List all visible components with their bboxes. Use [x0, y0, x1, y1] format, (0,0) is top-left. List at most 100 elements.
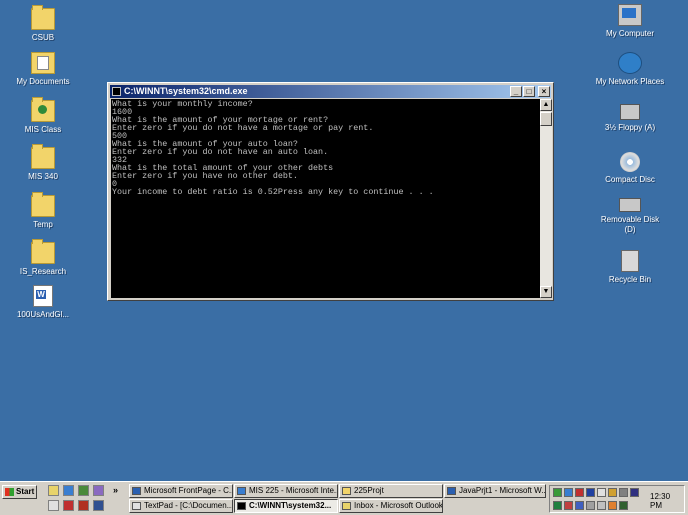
- task-label: Microsoft FrontPage - C...: [144, 486, 233, 495]
- recycle-bin-icon: [621, 250, 639, 272]
- tray-icon[interactable]: [553, 488, 562, 497]
- start-button[interactable]: Start: [2, 485, 37, 499]
- desktop-icon-compact-disc[interactable]: Compact Disc: [595, 152, 665, 185]
- desktop-icon-mis-class[interactable]: MIS Class: [8, 97, 78, 135]
- desktop-icon-mis-340[interactable]: MIS 340: [8, 144, 78, 182]
- frontpage-icon: [132, 487, 141, 495]
- acrobat-icon[interactable]: [63, 500, 74, 511]
- task-ie-mis225[interactable]: MIS 225 - Microsoft Inte...: [234, 484, 338, 498]
- tray-icon[interactable]: [586, 488, 595, 497]
- system-tray: 12:30 PM: [549, 485, 685, 513]
- desktop-icon-label: IS_Research: [19, 267, 67, 276]
- desktop-icon-my-network-places[interactable]: My Network Places: [595, 52, 665, 87]
- console-line: Your income to debt ratio is 0.52Press a…: [112, 187, 434, 197]
- cmd-icon: [237, 502, 246, 510]
- task-frontpage[interactable]: Microsoft FrontPage - C...: [129, 484, 233, 498]
- scroll-down-icon[interactable]: ▼: [540, 286, 552, 298]
- console-line: Enter zero if you do not have a mortage …: [112, 123, 374, 133]
- network-icon: [618, 52, 642, 74]
- desktop-icon-label: Recycle Bin: [608, 275, 652, 284]
- show-desktop-icon[interactable]: [48, 485, 59, 496]
- task-label: TextPad - [C:\Documen...: [144, 501, 233, 510]
- folder-icon: [31, 192, 55, 217]
- scroll-up-icon[interactable]: ▲: [540, 99, 552, 111]
- task-label: JavaPrjt1 - Microsoft W...: [459, 486, 546, 495]
- minimize-button[interactable]: _: [510, 86, 522, 97]
- desktop-icon-removable-disk[interactable]: Removable Disk (D): [595, 198, 665, 235]
- desktop-icon-my-documents[interactable]: My Documents: [8, 52, 78, 87]
- console-output[interactable]: What is your monthly income? 1600 What is …: [111, 99, 540, 298]
- task-label: 225Projt: [354, 486, 384, 495]
- task-label: MIS 225 - Microsoft Inte...: [249, 486, 338, 495]
- desktop-icon-label: MIS Class: [24, 125, 62, 134]
- window-titlebar[interactable]: C:\WINNT\system32\cmd.exe _ □ ×: [110, 85, 551, 98]
- desktop-icon-label: MIS 340: [28, 172, 58, 181]
- task-label: C:\WINNT\system32...: [249, 501, 332, 510]
- quicklaunch-more-icon[interactable]: »: [113, 485, 118, 495]
- tray-icon[interactable]: [619, 488, 628, 497]
- desktop-icon-label: My Network Places: [595, 77, 665, 86]
- desktop-icon-label: My Computer: [605, 29, 654, 38]
- quicklaunch-icon[interactable]: [93, 485, 104, 496]
- desktop-icon-csub[interactable]: CSUB: [8, 5, 78, 43]
- tray-icon[interactable]: [630, 488, 639, 497]
- tray-icon[interactable]: [575, 501, 584, 510]
- tray-icon[interactable]: [553, 501, 562, 510]
- tray-icon[interactable]: [564, 488, 573, 497]
- console-line: Enter zero if you have no other debt.: [112, 171, 298, 181]
- desktop-icon-label: Removable Disk (D): [600, 215, 660, 234]
- word-document-icon: W: [33, 285, 53, 307]
- desktop-icon-temp[interactable]: Temp: [8, 192, 78, 230]
- desktop-icon-label: CSUB: [31, 33, 55, 42]
- outlook-icon: [342, 502, 351, 510]
- my-documents-icon: [31, 52, 55, 74]
- tray-icon[interactable]: [608, 501, 617, 510]
- tray-icon[interactable]: [619, 501, 628, 510]
- desktop-icon-label: My Documents: [16, 77, 70, 86]
- window-title: C:\WINNT\system32\cmd.exe: [124, 86, 248, 96]
- ie-icon: [237, 487, 246, 495]
- task-225projt[interactable]: 225Projt: [339, 484, 443, 498]
- cmd-icon: [112, 87, 121, 96]
- scroll-thumb[interactable]: [540, 112, 552, 126]
- desktop-icon-recycle-bin[interactable]: Recycle Bin: [595, 250, 665, 285]
- maximize-button[interactable]: □: [523, 86, 535, 97]
- windows-flag-icon: [5, 488, 14, 496]
- ie-icon[interactable]: [63, 485, 74, 496]
- desktop-icon-floppy[interactable]: 3½ Floppy (A): [595, 104, 665, 133]
- vertical-scrollbar[interactable]: ▲ ▼: [540, 99, 552, 298]
- close-button[interactable]: ×: [538, 86, 550, 97]
- cd-icon: [620, 152, 640, 172]
- desktop-icon-label: 100UsAndGl...: [16, 310, 70, 319]
- console-line: What is your monthly income?: [112, 99, 253, 109]
- tray-icon[interactable]: [608, 488, 617, 497]
- quicklaunch-icon[interactable]: [93, 500, 104, 511]
- tray-icon[interactable]: [575, 488, 584, 497]
- desktop-icon-my-computer[interactable]: My Computer: [595, 4, 665, 39]
- media-icon[interactable]: [78, 500, 89, 511]
- desktop-icon-label: 3½ Floppy (A): [604, 123, 656, 132]
- task-outlook-inbox[interactable]: Inbox - Microsoft Outlook: [339, 499, 443, 513]
- outlook-icon[interactable]: [78, 485, 89, 496]
- folder-icon: [31, 239, 55, 264]
- start-label: Start: [16, 487, 35, 496]
- floppy-icon: [620, 104, 640, 120]
- folder-icon: [31, 97, 55, 122]
- cmd-window[interactable]: C:\WINNT\system32\cmd.exe _ □ × What is …: [107, 82, 554, 301]
- task-textpad[interactable]: TextPad - [C:\Documen...: [129, 499, 233, 513]
- desktop-icon-label: Compact Disc: [605, 175, 655, 184]
- clock[interactable]: 12:30 PM: [650, 492, 684, 510]
- tray-icon[interactable]: [586, 501, 595, 510]
- desktop-icon-word-doc[interactable]: W 100UsAndGl...: [8, 285, 78, 320]
- task-word-javaprjt1[interactable]: JavaPrjt1 - Microsoft W...: [444, 484, 546, 498]
- removable-disk-icon: [619, 198, 641, 212]
- taskbar: Start » Microsoft FrontPage - C... MIS 2…: [0, 481, 688, 515]
- task-label: Inbox - Microsoft Outlook: [354, 501, 443, 510]
- folder-icon: [342, 487, 351, 495]
- volume-icon[interactable]: [597, 501, 606, 510]
- tray-icon[interactable]: [597, 488, 606, 497]
- desktop-icon-is-research[interactable]: IS_Research: [8, 239, 78, 277]
- notepad-icon[interactable]: [48, 500, 59, 511]
- task-cmd[interactable]: C:\WINNT\system32...: [234, 499, 338, 513]
- tray-icon[interactable]: [564, 501, 573, 510]
